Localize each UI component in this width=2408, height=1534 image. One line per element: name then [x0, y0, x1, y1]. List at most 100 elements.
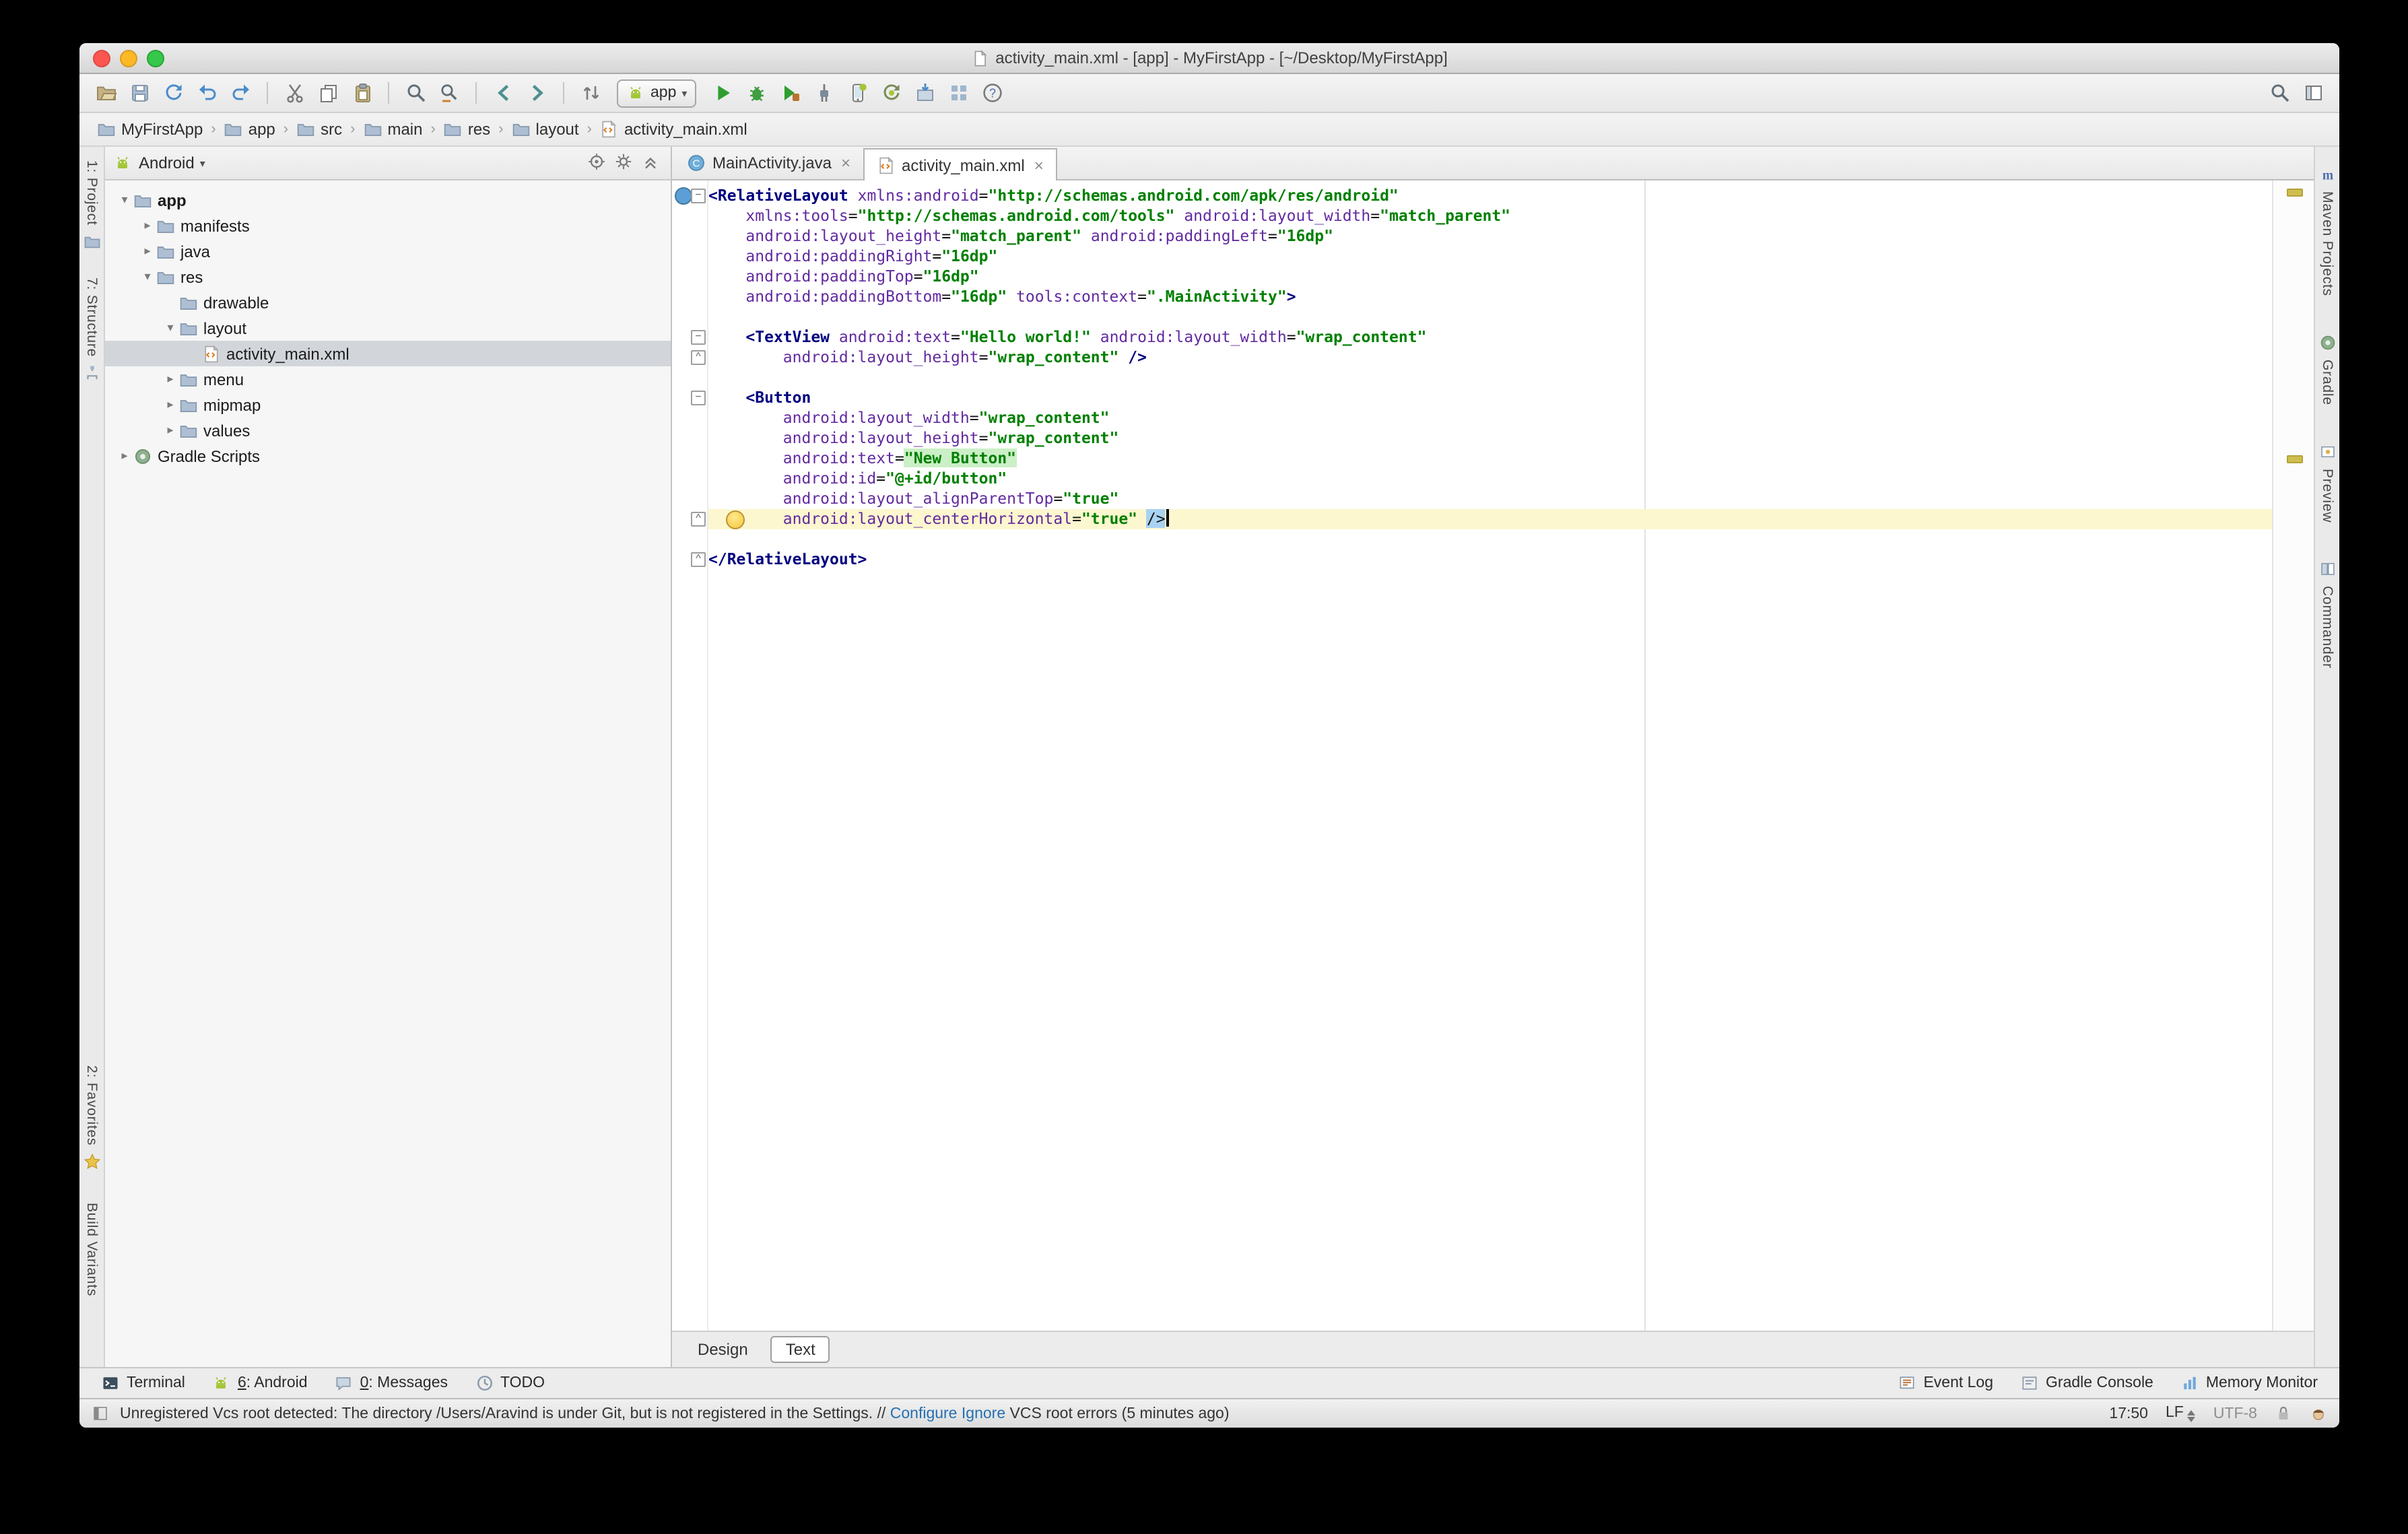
collapse-all-button[interactable] [641, 152, 660, 174]
code-line[interactable]: android:layout_width="wrap_content" [708, 408, 2272, 428]
back-button[interactable] [488, 79, 519, 107]
configure-link[interactable]: Configure [890, 1405, 958, 1422]
tree-item-java[interactable]: ▸ java [105, 238, 671, 264]
code-line[interactable] [708, 368, 2272, 388]
code-line[interactable]: android:layout_centerHorizontal="true" /… [708, 509, 2272, 529]
tool-stripe-button-maven-projects[interactable]: Maven Projects [2319, 191, 2335, 296]
editor-tab-mainactivity-java[interactable]: C MainActivity.java × [675, 147, 863, 179]
tree-expand-arrow-icon[interactable]: ▾ [116, 193, 133, 207]
toolwindow-button-0-messages[interactable]: 0: Messages [324, 1371, 459, 1395]
cut-button[interactable] [279, 79, 310, 107]
inspections-profile-icon[interactable] [2310, 1405, 2327, 1422]
paste-button[interactable] [346, 79, 377, 107]
tree-item-res[interactable]: ▾ res [105, 264, 671, 290]
favorites-icon[interactable] [83, 1154, 100, 1171]
code-line[interactable]: android:layout_height="wrap_content" /> [708, 347, 2272, 368]
open-project-button[interactable] [90, 79, 121, 107]
breadcrumb-item-activity-main-xml[interactable]: activity_main.xml [596, 119, 751, 140]
tree-expand-arrow-icon[interactable]: ▸ [116, 448, 133, 463]
code-line[interactable]: android:text="New Button" [708, 448, 2272, 469]
debug-button[interactable] [741, 79, 772, 107]
toolwindow-button-gradle-console[interactable]: Gradle Console [2009, 1371, 2164, 1395]
tool-stripe-button-preview[interactable]: Preview [2319, 469, 2335, 523]
synchronize-button[interactable] [158, 79, 189, 107]
project-view-selector[interactable]: Android [139, 154, 195, 172]
replace-button[interactable] [434, 79, 465, 107]
warning-stripe-mark[interactable] [2287, 455, 2303, 463]
breadcrumb-item-res[interactable]: res [440, 119, 494, 140]
tree-item-menu[interactable]: ▸ menu [105, 366, 671, 392]
tree-expand-arrow-icon[interactable]: ▸ [162, 372, 179, 387]
tree-item-gradle-scripts[interactable]: ▸ Gradle Scripts [105, 443, 671, 469]
toolwindow-layout-button[interactable] [2298, 79, 2329, 107]
tree-expand-arrow-icon[interactable]: ▸ [162, 423, 179, 438]
tool-stripe-button-1-project[interactable]: 1: Project [83, 160, 100, 226]
preview-icon[interactable] [2318, 443, 2336, 461]
error-stripe[interactable] [2272, 180, 2314, 1331]
fold-end-marker-icon[interactable]: ^ [691, 350, 706, 365]
line-ending-select[interactable]: LF [2166, 1405, 2196, 1422]
editor-tab-activity-main-xml[interactable]: activity_main.xml × [863, 148, 1057, 180]
tool-stripe-button-7-structure[interactable]: 7: Structure [83, 278, 100, 358]
save-all-button[interactable] [124, 79, 155, 107]
code-line[interactable]: android:paddingBottom="16dp" tools:conte… [708, 287, 2272, 307]
gradle-icon[interactable] [2318, 334, 2336, 352]
code-line[interactable]: android:layout_alignParentTop="true" [708, 489, 2272, 509]
sdk-manager-button[interactable] [909, 79, 940, 107]
tree-expand-arrow-icon[interactable]: ▸ [139, 218, 156, 233]
lock-icon[interactable] [2275, 1405, 2292, 1422]
copy-button[interactable] [312, 79, 343, 107]
find-button[interactable] [400, 79, 431, 107]
project-structure-button[interactable] [943, 79, 974, 107]
close-button[interactable] [93, 49, 110, 67]
tool-stripe-button-commander[interactable]: Commander [2319, 586, 2335, 669]
breadcrumb-item-src[interactable]: src [292, 119, 346, 140]
locate-button[interactable] [587, 152, 606, 174]
fold-marker-icon[interactable]: − [691, 391, 706, 405]
code-line[interactable]: <RelativeLayout xmlns:android="http://sc… [708, 186, 2272, 206]
toolwindow-toggle-icon[interactable] [92, 1405, 109, 1422]
tab-design[interactable]: Design [683, 1336, 763, 1363]
tree-item-activity-main-xml[interactable]: activity_main.xml [105, 341, 671, 366]
tree-item-layout[interactable]: ▾ layout [105, 315, 671, 341]
breadcrumb-item-myfirstapp[interactable]: MyFirstApp [93, 119, 207, 140]
forward-button[interactable] [521, 79, 552, 107]
code-line[interactable]: android:id="@+id/button" [708, 469, 2272, 489]
avd-manager-button[interactable] [842, 79, 873, 107]
help-button[interactable]: ? [976, 79, 1007, 107]
maven-icon[interactable]: m [2318, 166, 2336, 183]
tool-stripe-button-build-variants[interactable]: Build Variants [83, 1203, 100, 1297]
code-line[interactable]: android:paddingTop="16dp" [708, 267, 2272, 287]
toolwindow-button-memory-monitor[interactable]: Memory Monitor [2170, 1371, 2329, 1395]
tree-expand-arrow-icon[interactable]: ▾ [139, 269, 156, 284]
component-gutter-icon[interactable] [675, 187, 692, 205]
intention-bulb-icon[interactable] [726, 510, 745, 529]
code-line[interactable]: android:layout_height="match_parent" and… [708, 226, 2272, 246]
warning-stripe-mark[interactable] [2287, 189, 2303, 197]
fold-end-marker-icon[interactable]: ^ [691, 552, 706, 567]
toolwindow-button-todo[interactable]: TODO [464, 1371, 556, 1395]
toolwindow-button-event-log[interactable]: Event Log [1887, 1371, 2004, 1395]
gear-button[interactable] [614, 152, 633, 174]
tree-item-drawable[interactable]: drawable [105, 290, 671, 315]
undo-button[interactable] [191, 79, 222, 107]
fold-end-marker-icon[interactable]: ^ [691, 512, 706, 527]
code-line[interactable]: android:paddingRight="16dp" [708, 246, 2272, 267]
run-button[interactable] [707, 79, 738, 107]
code-line[interactable]: xmlns:tools="http://schemas.android.com/… [708, 206, 2272, 226]
tree-item-app[interactable]: ▾ app [105, 187, 671, 213]
fold-marker-icon[interactable]: − [691, 330, 706, 345]
sync-gradle-button[interactable] [875, 79, 906, 107]
minimize-button[interactable] [120, 49, 137, 67]
tree-item-values[interactable]: ▸ values [105, 418, 671, 443]
close-tab-icon[interactable]: × [841, 154, 850, 172]
tree-expand-arrow-icon[interactable]: ▸ [162, 397, 179, 412]
tree-item-mipmap[interactable]: ▸ mipmap [105, 392, 671, 418]
titlebar[interactable]: activity_main.xml - [app] - MyFirstApp -… [79, 43, 2339, 74]
code-line[interactable]: </RelativeLayout> [708, 549, 2272, 570]
structure-icon[interactable] [83, 366, 100, 383]
code-area[interactable]: <RelativeLayout xmlns:android="http://sc… [708, 180, 2272, 1331]
breadcrumb-item-app[interactable]: app [220, 119, 279, 140]
code-line[interactable] [708, 529, 2272, 549]
breadcrumb-item-main[interactable]: main [359, 119, 426, 140]
